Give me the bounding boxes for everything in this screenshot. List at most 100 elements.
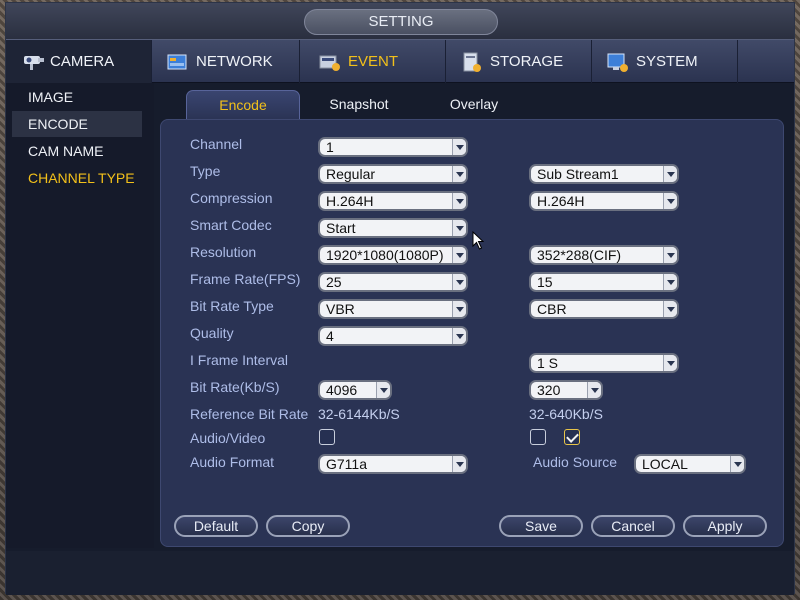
bit-rate-type-sub-value: CBR: [537, 301, 567, 317]
cancel-button[interactable]: Cancel: [591, 515, 675, 537]
bit-rate-main-value: 4096: [326, 382, 358, 398]
bit-rate-label: Bit Rate(Kb/S): [190, 379, 280, 395]
save-button[interactable]: Save: [499, 515, 583, 537]
audio-source-select[interactable]: LOCAL: [634, 454, 746, 474]
audio-video-sub-checkbox[interactable]: [530, 429, 546, 445]
chevron-down-icon: [452, 193, 466, 209]
sidebar-item-cam-name[interactable]: CAM NAME: [12, 138, 142, 164]
tab-system-label: SYSTEM: [636, 53, 698, 70]
bit-rate-type-label: Bit Rate Type: [190, 298, 274, 314]
resolution-sub-value: 352*288(CIF): [537, 247, 622, 263]
window-title: SETTING: [304, 9, 498, 35]
channel-select[interactable]: 1: [318, 137, 468, 157]
frame-rate-label: Frame Rate(FPS): [190, 271, 301, 287]
reference-bit-rate-label: Reference Bit Rate: [190, 406, 309, 422]
chevron-down-icon: [452, 274, 466, 290]
sidebar-item-channel-type[interactable]: CHANNEL TYPE: [12, 165, 142, 191]
type-main-select[interactable]: Regular: [318, 164, 468, 184]
chevron-down-icon: [663, 301, 677, 317]
sidebar-item-image[interactable]: IMAGE: [12, 84, 142, 110]
frame-rate-main-value: 25: [326, 274, 342, 290]
sidebar-item-encode[interactable]: ENCODE: [12, 111, 142, 137]
tab-overlay[interactable]: Overlay: [424, 90, 524, 120]
chevron-down-icon: [663, 193, 677, 209]
chevron-down-icon: [663, 166, 677, 182]
tab-storage[interactable]: STORAGE: [446, 40, 592, 83]
reference-bit-rate-sub-value: 32-640Kb/S: [529, 406, 603, 422]
compression-sub-select[interactable]: H.264H: [529, 191, 679, 211]
quality-label: Quality: [190, 325, 234, 341]
bit-rate-type-main-value: VBR: [326, 301, 355, 317]
chevron-down-icon: [452, 166, 466, 182]
resolution-main-select[interactable]: 1920*1080(1080P): [318, 245, 468, 265]
smart-codec-select[interactable]: Start: [318, 218, 468, 238]
camera-icon: [20, 52, 44, 72]
audio-format-select[interactable]: G711a: [318, 454, 468, 474]
apply-button[interactable]: Apply: [683, 515, 767, 537]
frame-rate-sub-value: 15: [537, 274, 553, 290]
mouse-cursor-icon: [472, 230, 486, 251]
bit-rate-sub-select[interactable]: 320: [529, 380, 603, 400]
copy-button[interactable]: Copy: [266, 515, 350, 537]
resolution-label: Resolution: [190, 244, 257, 260]
system-icon: [606, 52, 630, 72]
audio-video-sub2-checkbox[interactable]: [564, 429, 580, 445]
type-label: Type: [190, 163, 221, 179]
encode-panel: [160, 119, 784, 547]
quality-select[interactable]: 4: [318, 326, 468, 346]
tab-network[interactable]: NETWORK: [152, 40, 300, 83]
footer-bar: [6, 551, 794, 595]
tab-storage-label: STORAGE: [490, 53, 564, 70]
channel-label: Channel: [190, 136, 243, 152]
tab-encode[interactable]: Encode: [186, 90, 300, 120]
bit-rate-type-main-select[interactable]: VBR: [318, 299, 468, 319]
tab-camera-label: CAMERA: [50, 53, 115, 70]
chevron-down-icon: [452, 220, 466, 236]
compression-label: Compression: [190, 190, 273, 206]
type-sub-value: Sub Stream1: [537, 166, 619, 182]
chevron-down-icon: [452, 247, 466, 263]
chevron-down-icon: [452, 456, 466, 472]
compression-main-select[interactable]: H.264H: [318, 191, 468, 211]
i-frame-interval-sub-select[interactable]: 1 S: [529, 353, 679, 373]
resolution-sub-select[interactable]: 352*288(CIF): [529, 245, 679, 265]
chevron-down-icon: [663, 247, 677, 263]
bit-rate-main-select[interactable]: 4096: [318, 380, 392, 400]
title-bar: SETTING: [6, 3, 794, 39]
default-button[interactable]: Default: [174, 515, 258, 537]
event-icon: [318, 52, 342, 72]
chevron-down-icon: [452, 139, 466, 155]
compression-sub-value: H.264H: [537, 193, 585, 209]
compression-main-value: H.264H: [326, 193, 374, 209]
settings-window: SETTING CAMERA NETWORK EVENT STORAGE SYS…: [5, 2, 795, 595]
tab-event-label: EVENT: [348, 53, 399, 70]
type-main-value: Regular: [326, 166, 376, 182]
type-sub-select[interactable]: Sub Stream1: [529, 164, 679, 184]
smart-codec-label: Smart Codec: [190, 217, 272, 233]
audio-source-label: Audio Source: [533, 454, 618, 470]
chevron-down-icon: [663, 274, 677, 290]
main-nav: CAMERA NETWORK EVENT STORAGE SYSTEM: [6, 39, 794, 83]
chevron-down-icon: [730, 456, 744, 472]
tab-network-label: NETWORK: [196, 53, 273, 70]
audio-video-label: Audio/Video: [190, 430, 266, 446]
chevron-down-icon: [663, 355, 677, 371]
channel-value: 1: [326, 139, 334, 155]
audio-source-value: LOCAL: [642, 456, 688, 472]
quality-value: 4: [326, 328, 334, 344]
chevron-down-icon: [452, 301, 466, 317]
audio-video-main-checkbox[interactable]: [319, 429, 335, 445]
audio-format-value: G711a: [326, 456, 367, 472]
resolution-main-value: 1920*1080(1080P): [326, 247, 444, 263]
frame-rate-main-select[interactable]: 25: [318, 272, 468, 292]
reference-bit-rate-main-value: 32-6144Kb/S: [318, 406, 400, 422]
network-icon: [166, 52, 190, 72]
frame-rate-sub-select[interactable]: 15: [529, 272, 679, 292]
tab-camera[interactable]: CAMERA: [6, 40, 152, 83]
tab-event[interactable]: EVENT: [300, 40, 446, 83]
storage-icon: [460, 52, 484, 72]
chevron-down-icon: [587, 382, 601, 398]
tab-snapshot[interactable]: Snapshot: [306, 90, 412, 120]
bit-rate-type-sub-select[interactable]: CBR: [529, 299, 679, 319]
tab-system[interactable]: SYSTEM: [592, 40, 738, 83]
